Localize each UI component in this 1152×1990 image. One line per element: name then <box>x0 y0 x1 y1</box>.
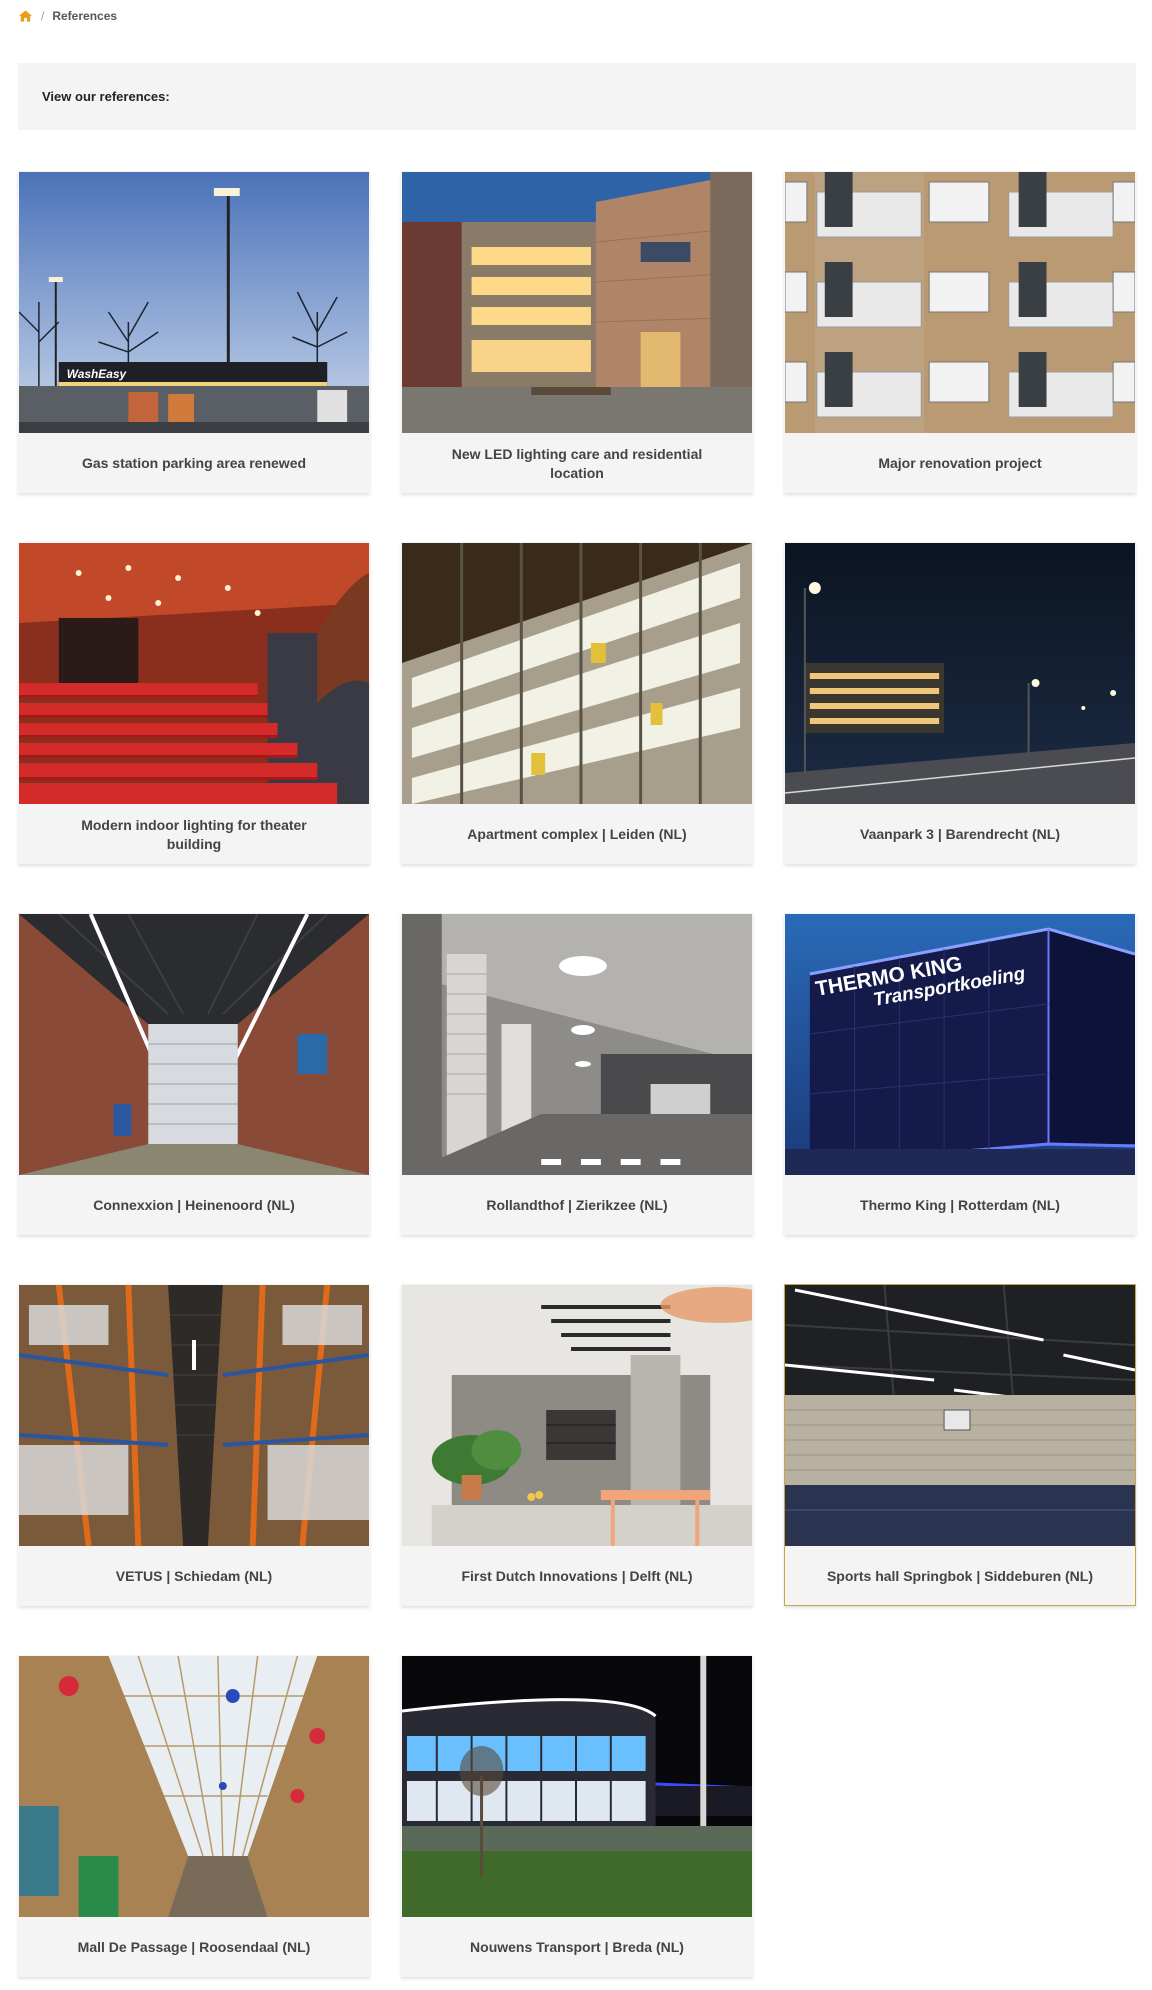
reference-caption[interactable]: First Dutch Innovations | Delft (NL) <box>402 1546 752 1607</box>
intro-panel: View our references: <box>18 63 1136 130</box>
reference-caption[interactable]: New LED lighting care and residential lo… <box>402 433 752 494</box>
reference-caption[interactable]: Connexxion | Heinenoord (NL) <box>19 1175 369 1236</box>
reference-card[interactable]: New LED lighting care and residential lo… <box>401 171 753 493</box>
reference-image[interactable] <box>19 543 369 804</box>
reference-card[interactable]: VETUS | Schiedam (NL) <box>18 1284 370 1606</box>
home-icon[interactable] <box>18 9 33 23</box>
reference-card[interactable]: Apartment complex | Leiden (NL) <box>401 542 753 864</box>
reference-card[interactable]: WashEasy Gas station parking area renewe… <box>18 171 370 493</box>
reference-card[interactable]: Mall De Passage | Roosendaal (NL) <box>18 1655 370 1977</box>
references-grid: WashEasy Gas station parking area renewe… <box>18 171 1136 1977</box>
reference-card[interactable]: THERMO KING Transportkoeling Thermo King… <box>784 913 1136 1235</box>
reference-caption[interactable]: Apartment complex | Leiden (NL) <box>402 804 752 865</box>
reference-card[interactable]: Vaanpark 3 | Barendrecht (NL) <box>784 542 1136 864</box>
breadcrumb-current: References <box>52 9 118 23</box>
reference-image[interactable]: WashEasy <box>19 172 369 433</box>
reference-caption[interactable]: Nouwens Transport | Breda (NL) <box>402 1917 752 1978</box>
reference-card[interactable]: Major renovation project <box>784 171 1136 493</box>
reference-image[interactable] <box>402 914 752 1175</box>
reference-image[interactable] <box>785 1285 1135 1546</box>
breadcrumb: / References <box>18 6 117 26</box>
reference-image[interactable] <box>785 543 1135 804</box>
reference-caption[interactable]: Mall De Passage | Roosendaal (NL) <box>19 1917 369 1978</box>
reference-image[interactable] <box>785 172 1135 433</box>
reference-card[interactable]: Connexxion | Heinenoord (NL) <box>18 913 370 1235</box>
reference-caption[interactable]: Vaanpark 3 | Barendrecht (NL) <box>785 804 1135 865</box>
reference-caption[interactable]: Rollandthof | Zierikzee (NL) <box>402 1175 752 1236</box>
reference-image[interactable] <box>402 172 752 433</box>
reference-caption[interactable]: VETUS | Schiedam (NL) <box>19 1546 369 1607</box>
reference-caption[interactable]: Thermo King | Rotterdam (NL) <box>785 1175 1135 1236</box>
reference-image[interactable] <box>19 1285 369 1546</box>
reference-image[interactable] <box>402 1285 752 1546</box>
reference-card[interactable]: Rollandthof | Zierikzee (NL) <box>401 913 753 1235</box>
reference-card[interactable]: Nouwens Transport | Breda (NL) <box>401 1655 753 1977</box>
wash-sign-text: WashEasy <box>67 367 128 381</box>
reference-image[interactable] <box>19 1656 369 1917</box>
reference-image[interactable] <box>19 914 369 1175</box>
reference-card[interactable]: Modern indoor lighting for theater build… <box>18 542 370 864</box>
intro-text: View our references: <box>42 89 170 104</box>
reference-caption[interactable]: Modern indoor lighting for theater build… <box>19 804 369 865</box>
reference-card[interactable]: First Dutch Innovations | Delft (NL) <box>401 1284 753 1606</box>
reference-caption[interactable]: Sports hall Springbok | Siddeburen (NL) <box>785 1546 1135 1607</box>
reference-image[interactable] <box>402 1656 752 1917</box>
reference-card-selected[interactable]: Sports hall Springbok | Siddeburen (NL) <box>784 1284 1136 1606</box>
reference-image[interactable] <box>402 543 752 804</box>
reference-image[interactable]: THERMO KING Transportkoeling <box>785 914 1135 1175</box>
reference-caption[interactable]: Major renovation project <box>785 433 1135 494</box>
reference-caption[interactable]: Gas station parking area renewed <box>19 433 369 494</box>
breadcrumb-separator: / <box>41 9 45 23</box>
